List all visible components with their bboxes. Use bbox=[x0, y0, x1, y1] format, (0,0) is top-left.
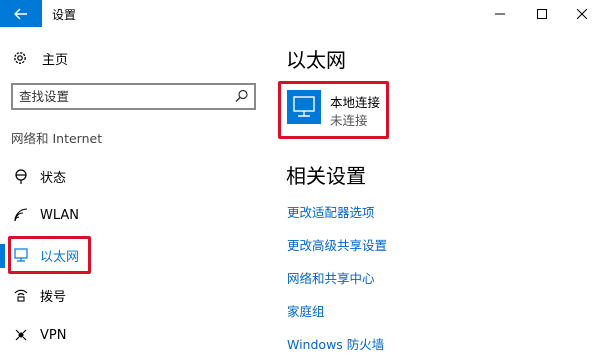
sidebar-item-label: VPN bbox=[40, 327, 67, 343]
gear-icon bbox=[14, 52, 26, 64]
link-homegroup[interactable]: 家庭组 bbox=[287, 301, 325, 320]
sidebar-item-status[interactable]: 状态 bbox=[0, 159, 262, 193]
window-title: 设置 bbox=[52, 8, 77, 22]
status-icon bbox=[12, 167, 30, 185]
active-indicator bbox=[0, 244, 5, 268]
minimize-button[interactable] bbox=[482, 0, 518, 27]
maximize-icon bbox=[537, 8, 547, 19]
highlight-box-ethernet bbox=[8, 236, 91, 274]
page-title: 以太网 bbox=[286, 48, 346, 72]
search-icon bbox=[235, 89, 248, 102]
maximize-button[interactable] bbox=[524, 0, 560, 27]
sidebar-item-vpn[interactable]: VPN bbox=[0, 318, 262, 352]
sidebar-item-dialup[interactable]: 拨号 bbox=[0, 278, 262, 312]
home-label: 主页 bbox=[42, 52, 69, 68]
dialup-icon bbox=[12, 286, 30, 304]
sidebar-item-label: 拨号 bbox=[40, 289, 67, 305]
close-button[interactable] bbox=[564, 0, 600, 27]
link-advanced-sharing[interactable]: 更改高级共享设置 bbox=[287, 235, 387, 254]
link-network-sharing-center[interactable]: 网络和共享中心 bbox=[287, 268, 375, 287]
minimize-icon bbox=[495, 13, 505, 14]
sidebar-item-wlan[interactable]: WLAN bbox=[0, 198, 262, 232]
vpn-icon bbox=[12, 326, 30, 344]
search-box[interactable] bbox=[11, 83, 256, 110]
related-settings-title: 相关设置 bbox=[286, 164, 366, 188]
sidebar-item-label: 状态 bbox=[40, 170, 67, 186]
link-adapter-options[interactable]: 更改适配器选项 bbox=[287, 202, 375, 221]
sidebar-item-label: WLAN bbox=[40, 207, 80, 223]
search-input[interactable] bbox=[19, 87, 229, 106]
back-button[interactable] bbox=[0, 0, 42, 27]
close-icon bbox=[577, 8, 587, 19]
title-bar: 设置 bbox=[0, 0, 600, 27]
section-header: 网络和 Internet bbox=[11, 131, 103, 146]
sidebar-home[interactable]: 主页 bbox=[12, 48, 68, 68]
wifi-icon bbox=[12, 206, 30, 224]
highlight-box-connection bbox=[278, 81, 389, 139]
back-arrow-icon bbox=[14, 8, 27, 19]
link-windows-firewall[interactable]: Windows 防火墙 bbox=[287, 334, 384, 353]
